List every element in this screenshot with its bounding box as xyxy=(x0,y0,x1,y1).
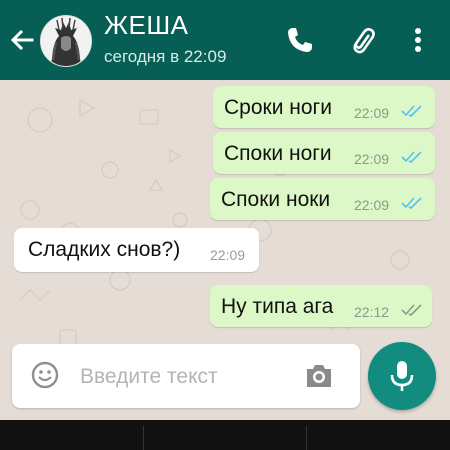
avatar[interactable] xyxy=(40,15,92,67)
delivered-receipt-icon xyxy=(401,304,422,316)
read-receipt-icon xyxy=(401,105,422,117)
message-composer: Введите текст xyxy=(12,344,360,408)
message-time: 22:09 xyxy=(354,105,390,121)
message-bubble-outgoing[interactable]: Споки ноги 22:09 xyxy=(213,132,435,174)
emoji-icon[interactable] xyxy=(30,360,60,390)
arrow-left-icon[interactable] xyxy=(8,26,36,54)
message-text: Сроки ноги xyxy=(224,96,332,119)
read-receipt-icon xyxy=(401,151,422,163)
message-time: 22:09 xyxy=(210,247,246,263)
nav-divider xyxy=(143,426,144,450)
camera-icon[interactable] xyxy=(304,362,334,390)
message-text: Ну типа ага xyxy=(221,295,334,318)
phone-icon[interactable] xyxy=(284,24,316,56)
read-receipt-icon xyxy=(401,197,422,209)
message-bubble-incoming[interactable]: Сладких снов?) 22:09 xyxy=(14,228,259,272)
message-bubble-outgoing[interactable]: Сроки ноги 22:09 xyxy=(213,86,435,128)
microphone-icon xyxy=(390,361,414,391)
voice-record-button[interactable] xyxy=(368,342,436,410)
message-time: 22:09 xyxy=(354,151,390,167)
message-bubble-outgoing[interactable]: Ну типа ага 22:12 xyxy=(210,285,432,327)
system-navigation-bar xyxy=(0,420,450,450)
chat-screen: ЖЕША сегодня в 22:09 Сроки ноги 22:09 Сп… xyxy=(0,0,450,450)
message-input[interactable]: Введите текст xyxy=(80,365,218,389)
paperclip-icon[interactable] xyxy=(346,24,378,56)
chat-header: ЖЕША сегодня в 22:09 xyxy=(0,0,450,80)
more-vertical-icon[interactable] xyxy=(402,24,434,56)
message-time: 22:12 xyxy=(354,304,390,320)
message-bubble-outgoing[interactable]: Споки ноки 22:09 xyxy=(210,178,435,220)
nav-divider xyxy=(306,426,307,450)
avatar-image xyxy=(41,16,91,66)
last-seen-status: сегодня в 22:09 xyxy=(104,47,227,66)
message-time: 22:09 xyxy=(354,197,390,213)
message-text: Споки ноги xyxy=(224,142,332,165)
contact-name[interactable]: ЖЕША xyxy=(104,10,189,41)
message-text: Сладких снов?) xyxy=(28,238,181,261)
message-text: Споки ноки xyxy=(221,188,331,211)
